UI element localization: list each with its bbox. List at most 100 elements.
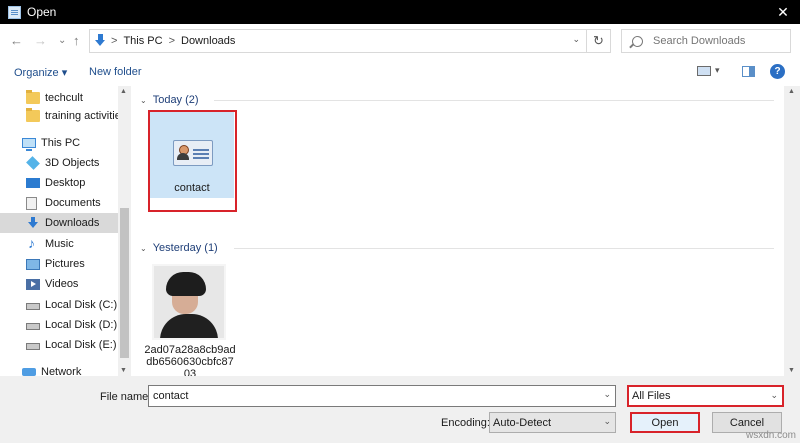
file-name-label: 2ad07a28a8cb9addb6560630cbfc8703: [144, 344, 236, 376]
documents-icon: [26, 196, 37, 210]
sidebar-item-label: Desktop: [45, 177, 86, 189]
collapse-chevron-icon[interactable]: ⌄: [140, 96, 147, 105]
group-header-label: Yesterday (1): [152, 242, 218, 254]
navigation-pane: techcult training activities This PC 3D …: [0, 86, 132, 376]
refresh-button[interactable]: ↻: [586, 30, 610, 52]
change-view-icon[interactable]: [697, 66, 711, 76]
group-header-yesterday[interactable]: ⌄ Yesterday (1): [140, 240, 218, 256]
sidebar-item-label: This PC: [41, 137, 81, 149]
address-dropdown-icon[interactable]: ⌄: [572, 34, 580, 45]
sidebar-item-label: Videos: [45, 278, 79, 290]
breadcrumb-this-pc[interactable]: This PC: [123, 35, 162, 47]
notepad-icon: [8, 5, 21, 19]
forward-button[interactable]: →: [34, 33, 47, 49]
file-type-value: All Files: [632, 390, 671, 402]
sidebar-item-label: Pictures: [45, 258, 85, 270]
search-input[interactable]: [653, 35, 783, 47]
group-header-today[interactable]: ⌄ Today (2): [140, 92, 199, 108]
network-icon: [22, 368, 36, 376]
sidebar-item-local-disk-d[interactable]: Local Disk (D:): [0, 315, 118, 335]
sidebar-item-label: Local Disk (D:): [45, 319, 118, 331]
sidebar-item-label: 3D Objects: [45, 157, 100, 169]
sidebar-item-desktop[interactable]: Desktop: [0, 173, 118, 193]
sidebar-scrollbar[interactable]: ▲ ▼: [118, 86, 131, 376]
sidebar-item-music[interactable]: Music: [0, 234, 118, 254]
up-button[interactable]: ↑: [73, 33, 80, 49]
this-pc-icon: [22, 138, 36, 151]
desktop-icon: [26, 178, 40, 188]
sidebar-item-techcult[interactable]: techcult: [0, 88, 118, 108]
group-header-label: Today (2): [152, 94, 199, 106]
sidebar-item-documents[interactable]: Documents: [0, 193, 118, 213]
search-box[interactable]: [621, 29, 791, 53]
sidebar-item-label: techcult: [45, 92, 83, 104]
breadcrumb-separator[interactable]: >: [169, 35, 175, 47]
sidebar-item-label: Downloads: [45, 217, 100, 229]
address-row: ← → ⌄ ↑ > This PC > Downloads ⌄ ↻: [0, 24, 800, 59]
sidebar-item-network[interactable]: Network: [0, 362, 118, 376]
photo-thumbnail: [154, 266, 224, 338]
sidebar-item-label: Documents: [45, 197, 101, 209]
sidebar-scrollbar-thumb[interactable]: [120, 208, 129, 358]
downloads-icon: [26, 217, 40, 229]
encoding-select[interactable]: Auto-Detect ⌄: [489, 412, 616, 433]
sidebar-item-training-activities[interactable]: training activities: [0, 106, 126, 126]
recent-locations-button[interactable]: ⌄: [58, 33, 66, 49]
title-bar: Open ✕: [0, 0, 800, 24]
file-list: ⌄ Today (2) contact ⌄ Yesterday (1) 2ad0…: [134, 86, 784, 376]
red-highlight-box: [148, 110, 237, 212]
folder-icon: [26, 108, 40, 122]
encoding-value: Auto-Detect: [493, 416, 552, 429]
address-bar[interactable]: > This PC > Downloads ⌄ ↻: [89, 29, 611, 53]
file-name-value[interactable]: contact: [153, 390, 188, 402]
file-list-scrollbar[interactable]: ▲ ▼: [784, 86, 800, 376]
sidebar-item-local-disk-c[interactable]: Local Disk (C:): [0, 295, 118, 315]
sidebar-item-this-pc[interactable]: This PC: [0, 133, 118, 153]
breadcrumb-downloads[interactable]: Downloads: [181, 35, 235, 47]
new-folder-button[interactable]: New folder: [89, 66, 142, 78]
encoding-dropdown-icon[interactable]: ⌄: [603, 416, 611, 427]
collapse-chevron-icon[interactable]: ⌄: [140, 244, 147, 253]
disk-icon: [26, 323, 40, 330]
pictures-icon: [26, 258, 40, 270]
file-item-photo[interactable]: [152, 264, 226, 340]
folder-icon: [26, 90, 40, 104]
photo-hair: [166, 272, 206, 296]
scroll-up-arrow-icon[interactable]: ▲: [120, 88, 127, 95]
search-icon: [632, 35, 643, 47]
videos-icon: [26, 278, 40, 290]
file-type-dropdown-icon[interactable]: ⌄: [770, 390, 778, 401]
scroll-up-arrow-icon[interactable]: ▲: [788, 88, 795, 95]
window-title: Open: [27, 5, 57, 19]
sidebar-item-3d-objects[interactable]: 3D Objects: [0, 153, 118, 173]
watermark: wsxdn.com: [745, 430, 796, 441]
toolbar: Organize ▾ New folder ▾ ?: [0, 59, 800, 86]
downloads-location-icon: [94, 34, 107, 48]
scroll-down-arrow-icon[interactable]: ▼: [788, 367, 795, 374]
sidebar-item-label: training activities: [45, 110, 127, 122]
open-button[interactable]: Open: [630, 412, 700, 433]
music-icon: [26, 235, 40, 251]
organize-button[interactable]: Organize ▾: [14, 66, 67, 79]
sidebar-item-label: Local Disk (E:): [45, 339, 117, 351]
file-type-select[interactable]: All Files ⌄: [627, 385, 784, 407]
open-button-label: Open: [651, 416, 679, 429]
preview-pane-icon[interactable]: [742, 66, 755, 77]
sidebar-item-videos[interactable]: Videos: [0, 274, 118, 294]
file-name-input[interactable]: contact ⌄: [148, 385, 616, 407]
close-button[interactable]: ✕: [766, 0, 800, 24]
cancel-button-label: Cancel: [729, 416, 765, 429]
dialog-footer: File name: contact ⌄ All Files ⌄ Encodin…: [0, 376, 800, 443]
scroll-down-arrow-icon[interactable]: ▼: [120, 367, 127, 374]
group-divider: [234, 248, 774, 249]
view-options-dropdown-icon[interactable]: ▾: [715, 65, 720, 76]
group-divider: [214, 100, 774, 101]
sidebar-item-local-disk-e[interactable]: Local Disk (E:): [0, 335, 118, 355]
sidebar-item-label: Local Disk (C:): [45, 299, 118, 311]
file-name-field-label: File name:: [100, 391, 152, 403]
back-button[interactable]: ←: [10, 33, 23, 49]
sidebar-item-downloads[interactable]: Downloads: [0, 213, 118, 233]
help-icon[interactable]: ?: [770, 64, 785, 79]
sidebar-item-pictures[interactable]: Pictures: [0, 254, 118, 274]
file-name-dropdown-icon[interactable]: ⌄: [603, 389, 611, 400]
